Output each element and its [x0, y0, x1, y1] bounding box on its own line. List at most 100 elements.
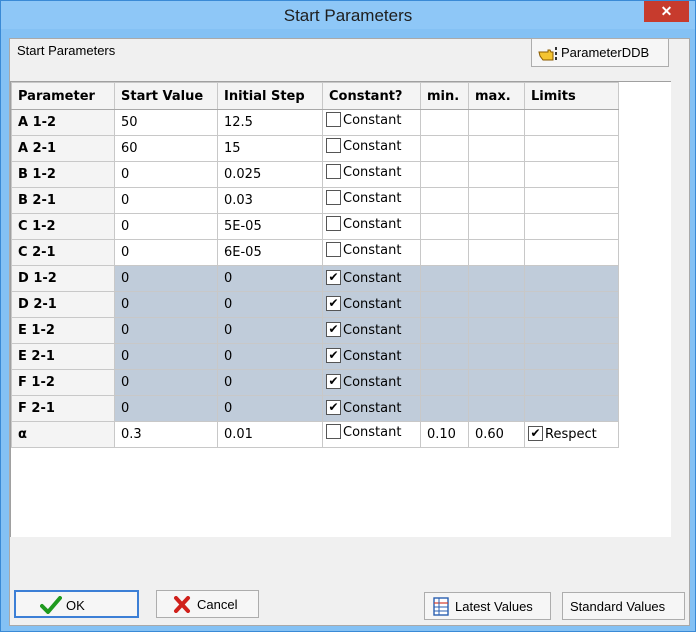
parameter-name-cell[interactable]: D 2-1 — [11, 291, 115, 318]
cancel-button[interactable]: Cancel — [156, 590, 259, 618]
constant-cell-control[interactable]: ✔ Constant — [326, 348, 401, 364]
max-cell[interactable] — [468, 291, 525, 318]
max-cell[interactable] — [468, 395, 525, 422]
column-header[interactable]: max. — [468, 82, 525, 110]
max-cell[interactable] — [468, 317, 525, 344]
min-cell[interactable] — [420, 135, 469, 162]
constant-cell-control[interactable]: Constant — [326, 112, 401, 128]
checkbox[interactable]: ✔ — [528, 426, 543, 441]
max-cell[interactable] — [468, 187, 525, 214]
limits-cell[interactable] — [524, 109, 619, 136]
standard-values-button[interactable]: Standard Values — [562, 592, 685, 620]
checkbox[interactable]: ✔ — [326, 400, 341, 415]
start-value-cell[interactable]: 60 — [114, 135, 218, 162]
constant-cell[interactable]: ✔ Constant — [322, 265, 421, 292]
max-cell[interactable] — [468, 265, 525, 292]
constant-cell-control[interactable]: Constant — [326, 424, 401, 440]
constant-cell[interactable]: Constant — [322, 421, 421, 448]
limits-cell[interactable]: ✔ Respect — [524, 421, 619, 448]
constant-cell[interactable]: Constant — [322, 135, 421, 162]
constant-cell[interactable]: Constant — [322, 109, 421, 136]
limits-cell[interactable] — [524, 317, 619, 344]
constant-cell-control[interactable]: ✔ Constant — [326, 296, 401, 312]
parameter-name-cell[interactable]: A 2-1 — [11, 135, 115, 162]
start-value-cell[interactable]: 0 — [114, 213, 218, 240]
limits-cell[interactable] — [524, 395, 619, 422]
constant-cell[interactable]: Constant — [322, 161, 421, 188]
initial-step-cell[interactable]: 5E-05 — [217, 213, 323, 240]
checkbox[interactable] — [326, 424, 341, 439]
column-header[interactable]: Limits — [524, 82, 619, 110]
parameter-name-cell[interactable]: D 1-2 — [11, 265, 115, 292]
initial-step-cell[interactable]: 0 — [217, 265, 323, 292]
min-cell[interactable] — [420, 187, 469, 214]
initial-step-cell[interactable]: 0 — [217, 369, 323, 396]
min-cell[interactable] — [420, 343, 469, 370]
parameter-ddb-button[interactable]: ParameterDDB — [531, 38, 669, 67]
min-cell[interactable] — [420, 265, 469, 292]
parameter-name-cell[interactable]: F 2-1 — [11, 395, 115, 422]
parameter-name-cell[interactable]: C 2-1 — [11, 239, 115, 266]
constant-cell-control[interactable]: Constant — [326, 242, 401, 258]
limits-cell[interactable] — [524, 291, 619, 318]
start-value-cell[interactable]: 0.3 — [114, 421, 218, 448]
constant-cell[interactable]: ✔ Constant — [322, 369, 421, 396]
checkbox[interactable] — [326, 242, 341, 257]
parameter-name-cell[interactable]: B 1-2 — [11, 161, 115, 188]
constant-cell-control[interactable]: Constant — [326, 216, 401, 232]
max-cell[interactable] — [468, 343, 525, 370]
checkbox[interactable] — [326, 216, 341, 231]
start-value-cell[interactable]: 0 — [114, 291, 218, 318]
close-button[interactable]: ✕ — [644, 1, 689, 22]
start-value-cell[interactable]: 50 — [114, 109, 218, 136]
limits-cell-control[interactable]: ✔ Respect — [528, 426, 597, 442]
start-value-cell[interactable]: 0 — [114, 395, 218, 422]
parameter-name-cell[interactable]: B 2-1 — [11, 187, 115, 214]
constant-cell[interactable]: ✔ Constant — [322, 291, 421, 318]
max-cell[interactable] — [468, 213, 525, 240]
constant-cell[interactable]: ✔ Constant — [322, 395, 421, 422]
min-cell[interactable] — [420, 239, 469, 266]
constant-cell-control[interactable]: ✔ Constant — [326, 322, 401, 338]
min-cell[interactable] — [420, 161, 469, 188]
constant-cell[interactable]: ✔ Constant — [322, 343, 421, 370]
initial-step-cell[interactable]: 0 — [217, 317, 323, 344]
max-cell[interactable] — [468, 369, 525, 396]
initial-step-cell[interactable]: 6E-05 — [217, 239, 323, 266]
start-value-cell[interactable]: 0 — [114, 369, 218, 396]
parameter-name-cell[interactable]: C 1-2 — [11, 213, 115, 240]
constant-cell[interactable]: Constant — [322, 239, 421, 266]
min-cell[interactable] — [420, 213, 469, 240]
checkbox[interactable]: ✔ — [326, 296, 341, 311]
constant-cell-control[interactable]: ✔ Constant — [326, 270, 401, 286]
checkbox[interactable]: ✔ — [326, 374, 341, 389]
limits-cell[interactable] — [524, 239, 619, 266]
title-bar[interactable]: Start Parameters ✕ — [1, 1, 695, 29]
min-cell[interactable] — [420, 395, 469, 422]
column-header[interactable]: Start Value — [114, 82, 218, 110]
limits-cell[interactable] — [524, 343, 619, 370]
initial-step-cell[interactable]: 0.01 — [217, 421, 323, 448]
max-cell[interactable] — [468, 161, 525, 188]
initial-step-cell[interactable]: 0.03 — [217, 187, 323, 214]
start-value-cell[interactable]: 0 — [114, 161, 218, 188]
checkbox[interactable] — [326, 190, 341, 205]
constant-cell-control[interactable]: ✔ Constant — [326, 374, 401, 390]
latest-values-button[interactable]: Latest Values — [424, 592, 551, 620]
min-cell[interactable] — [420, 317, 469, 344]
constant-cell-control[interactable]: Constant — [326, 164, 401, 180]
constant-cell[interactable]: ✔ Constant — [322, 317, 421, 344]
checkbox[interactable] — [326, 138, 341, 153]
checkbox[interactable]: ✔ — [326, 270, 341, 285]
max-cell[interactable] — [468, 239, 525, 266]
column-header[interactable]: Parameter — [11, 82, 115, 110]
limits-cell[interactable] — [524, 265, 619, 292]
checkbox[interactable]: ✔ — [326, 348, 341, 363]
start-value-cell[interactable]: 0 — [114, 265, 218, 292]
checkbox[interactable] — [326, 164, 341, 179]
initial-step-cell[interactable]: 15 — [217, 135, 323, 162]
parameter-name-cell[interactable]: F 1-2 — [11, 369, 115, 396]
checkbox[interactable]: ✔ — [326, 322, 341, 337]
parameter-name-cell[interactable]: E 1-2 — [11, 317, 115, 344]
initial-step-cell[interactable]: 0 — [217, 343, 323, 370]
